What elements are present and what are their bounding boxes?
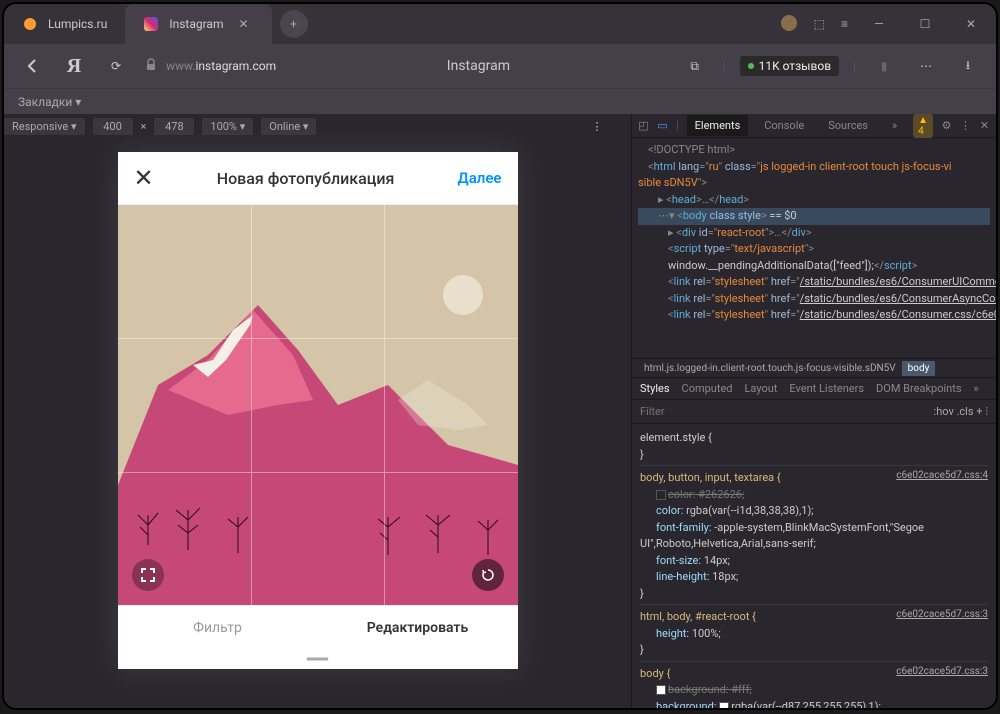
minimize-button[interactable]: — xyxy=(864,9,894,39)
bookmarks-bar[interactable]: Закладки ▾ xyxy=(4,88,996,114)
nav-bar: Я ⟳ www.instagram.com Instagram ⧉ | 11K … xyxy=(4,44,996,88)
filter-input[interactable] xyxy=(640,405,934,418)
back-button[interactable] xyxy=(18,52,46,80)
tab-filter[interactable]: Фильтр xyxy=(118,606,318,650)
reviews-count: 11K отзывов xyxy=(759,59,831,73)
photo-artwork xyxy=(118,205,518,605)
new-tab-button[interactable]: + xyxy=(280,10,308,38)
page-title: Instagram xyxy=(290,58,667,74)
popup-icon[interactable]: ⧉ xyxy=(681,52,709,80)
ig-title: Новая фотопубликация xyxy=(217,169,395,188)
height-input[interactable]: 478 xyxy=(154,118,194,135)
dt-close-icon[interactable]: ✕ xyxy=(979,116,990,136)
tab-console[interactable]: Console xyxy=(756,115,812,136)
expand-crop-icon[interactable] xyxy=(132,559,164,591)
url-domain: instagram.com xyxy=(196,59,277,73)
tab-computed[interactable]: Computed xyxy=(682,382,733,395)
ig-close-icon[interactable]: ✕ xyxy=(134,164,154,192)
styles-filter-bar: :hov .cls + ⫶ xyxy=(632,400,996,424)
rule-selector: body, button, input, textarea { xyxy=(640,471,781,484)
menu-icon[interactable]: ≡ xyxy=(841,17,848,31)
dom-body-selected[interactable]: ⋯▾ <body class style> == $0 xyxy=(638,208,990,225)
new-rule-icon[interactable]: + xyxy=(976,405,982,418)
tab-more-icon[interactable]: » xyxy=(884,115,905,136)
rule-selector: html, body, #react-root { xyxy=(640,610,756,623)
ig-next-button[interactable]: Далее xyxy=(458,169,502,187)
dom-tree[interactable]: <!DOCTYPE html> <html lang="ru" class="j… xyxy=(632,138,996,358)
width-input[interactable]: 400 xyxy=(93,118,133,135)
settings-icon[interactable]: ⚙ xyxy=(941,116,952,136)
tab-sources[interactable]: Sources xyxy=(820,115,876,136)
tab-lumpics[interactable]: Lumpics.ru xyxy=(4,4,125,44)
plus-icon: + xyxy=(290,17,297,31)
devtools-panel: ◰ ▭ | Elements Console Sources » ▲ 4 ⚙ ⋮… xyxy=(631,114,996,710)
tab-more[interactable]: » xyxy=(974,382,979,395)
css-source-link[interactable]: c6e02cace5d7.css:3 xyxy=(896,607,988,622)
dom-doctype: <!DOCTYPE html> xyxy=(648,143,735,156)
ig-photo-canvas[interactable]: ║ xyxy=(118,205,518,605)
more-icon[interactable]: ⋯ xyxy=(912,52,940,80)
maximize-button[interactable]: ☐ xyxy=(910,9,940,39)
device-toggle-icon[interactable]: ▭ xyxy=(657,116,668,136)
dt-more-icon[interactable]: ⋮ xyxy=(960,116,971,136)
tab-label: Lumpics.ru xyxy=(48,17,107,31)
dim-separator: × xyxy=(141,120,147,133)
tab-favicon-lumpics xyxy=(22,16,38,32)
reload-button[interactable]: ⟳ xyxy=(102,52,130,80)
lock-icon xyxy=(144,58,158,75)
ig-tabs: Фильтр Редактировать xyxy=(118,605,518,650)
device-mode-select[interactable]: Responsive ▾ xyxy=(4,118,85,135)
inspect-icon[interactable]: ◰ xyxy=(638,116,649,136)
tab-styles[interactable]: Styles xyxy=(640,382,670,395)
rule-selector: element.style { xyxy=(640,431,712,444)
tab-edit[interactable]: Редактировать xyxy=(318,606,518,650)
device-toolbar: Responsive ▾ 400 × 478 100% ▾ Online ▾ ⋮ xyxy=(4,114,631,138)
tab-elements[interactable]: Elements xyxy=(687,115,749,136)
crum: body[interactable]: body xyxy=(902,361,936,376)
download-icon[interactable]: ⭳ xyxy=(954,52,982,80)
device-options-icon[interactable]: ⋮ xyxy=(583,112,611,140)
instagram-frame: ✕ Новая фотопубликация Далее xyxy=(118,152,518,669)
styles-tabs: Styles Computed Layout Event Listeners D… xyxy=(632,378,996,400)
tab-layout[interactable]: Layout xyxy=(745,382,778,395)
url-prefix: www. xyxy=(166,59,196,73)
tab-event-listeners[interactable]: Event Listeners xyxy=(789,382,864,395)
warning-count[interactable]: ▲ 4 xyxy=(913,114,933,138)
tab-close-icon[interactable]: ✕ xyxy=(234,14,254,34)
styles-content[interactable]: element.style { } c6e02cace5d7.css:4 bod… xyxy=(632,424,996,710)
title-bar: Lumpics.ru Instagram ✕ + ⬚ ≡ — ☐ ✕ xyxy=(4,4,996,44)
hov-toggle[interactable]: :hov xyxy=(934,405,954,418)
close-window-button[interactable]: ✕ xyxy=(956,9,986,39)
css-source-link[interactable]: c6e02cace5d7.css:4 xyxy=(896,468,988,483)
reviews-badge[interactable]: 11K отзывов xyxy=(740,56,839,76)
dom-breadcrumb[interactable]: html.js.logged-in.client-root.touch.js-f… xyxy=(632,358,996,378)
viewport-panel: Responsive ▾ 400 × 478 100% ▾ Online ▾ ⋮… xyxy=(4,114,631,710)
downloads-icon[interactable]: ⬚ xyxy=(814,17,825,31)
tab-favicon-instagram xyxy=(143,16,159,32)
rotate-icon[interactable] xyxy=(472,559,504,591)
ig-header: ✕ Новая фотопубликация Далее xyxy=(118,152,518,205)
css-source-link[interactable]: c6e02cace5d7.css:3 xyxy=(896,664,988,679)
tab-instagram[interactable]: Instagram ✕ xyxy=(125,4,271,44)
url-bar[interactable]: www.instagram.com xyxy=(144,58,276,75)
drag-handle[interactable]: ═══ xyxy=(118,650,518,669)
bookmarks-label: Закладки ▾ xyxy=(18,95,81,109)
zoom-select[interactable]: 100% ▾ xyxy=(202,118,253,135)
devtools-header: ◰ ▭ | Elements Console Sources » ▲ 4 ⚙ ⋮… xyxy=(632,114,996,138)
user-avatar-icon[interactable] xyxy=(780,14,798,35)
cls-toggle[interactable]: .cls xyxy=(957,405,974,418)
yandex-button[interactable]: Я xyxy=(60,52,88,80)
crumb-html[interactable]: html.js.logged-in.client-root.touch.js-f… xyxy=(638,361,902,376)
tab-label: Instagram xyxy=(169,17,223,31)
status-indicator xyxy=(748,63,754,69)
rule-selector: body { xyxy=(640,667,670,680)
tab-dom-breakpoints[interactable]: DOM Breakpoints xyxy=(876,382,961,395)
throttle-select[interactable]: Online ▾ xyxy=(261,118,316,135)
filter-more-icon[interactable]: ⫶ xyxy=(985,405,988,418)
bookmark-icon[interactable]: ▮ xyxy=(870,52,898,80)
